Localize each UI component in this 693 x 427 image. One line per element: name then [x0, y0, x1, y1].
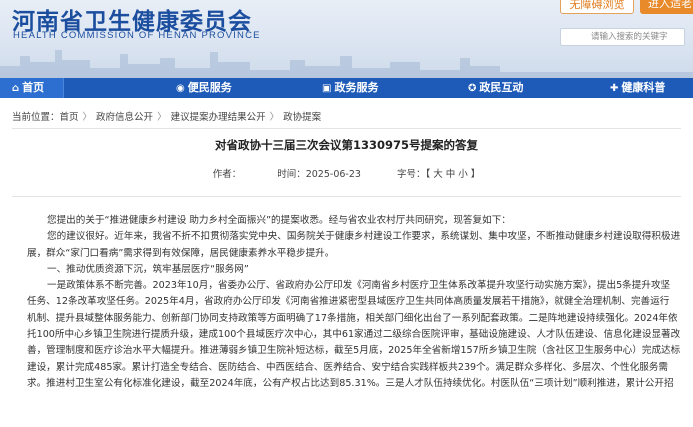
home-icon: ⌂	[12, 83, 20, 94]
breadcrumb-separator: 〉	[269, 112, 280, 123]
nav-item-label: 政民互动	[479, 81, 524, 94]
paragraph: 您的建议很好。近年来，我省不折不扣贯彻落实党中央、国务院关于健康乡村建设工作要求…	[47, 231, 681, 243]
paragraph: 一是政策体系不断完善。2023年10月，省委办公厅、省政府办公厅印发《河南省乡村…	[47, 280, 671, 292]
author-label: 作者：	[212, 169, 242, 180]
elderly-mode-button[interactable]: 进入适老	[640, 0, 693, 14]
article-body: 您提出的关于“推进健康乡村建设 助力乡村全面振兴”的提案收悉。经与省农业农村厅共…	[27, 213, 693, 392]
breadcrumb-separator: 〉	[82, 112, 93, 123]
paragraph: 建设，累计完成485家。累计打造全专结合、医防结合、中西医结合、医养结合、安宁结…	[27, 361, 669, 373]
service-icon: ◉	[176, 83, 185, 94]
divider	[12, 196, 681, 197]
nav-item-home[interactable]: ⌂ 首页	[0, 78, 64, 98]
time-label: 时间：	[277, 169, 306, 180]
paragraph: 善，管理制度和医疗诊治水平大幅提升。推进薄弱乡镇卫生院补短达标，截至5月底，20…	[27, 345, 681, 357]
interaction-icon: ✪	[468, 83, 477, 94]
site-logo-subtitle: HEALTH COMMISSION OF HENAN PROVINCE	[13, 30, 261, 41]
health-icon: ✚	[610, 83, 619, 94]
breadcrumb-separator: 〉	[157, 112, 167, 123]
divider	[12, 128, 681, 129]
paragraph: 任务、12条改革攻坚任务。2025年4月，省政府办公厅印发《河南省推进紧密型县域…	[27, 296, 670, 308]
paragraph: 求。推进村卫生室公有化标准化建设，截至2024年底，公有产权占比达到85.31%…	[27, 377, 674, 389]
nav-item-label: 首页	[22, 81, 45, 94]
article-meta: 作者： 时间：2025-06-23 字号：【 大 中 小 】	[0, 166, 693, 180]
breadcrumb-proposal-results[interactable]: 建议提案办理结果公开	[171, 112, 266, 123]
breadcrumb-cppcc-proposals[interactable]: 政协提案	[283, 112, 321, 123]
nav-item-label: 健康科普	[621, 81, 666, 94]
paragraph: 托100所中心乡镇卫生院进行提质升级，建成100个县域医疗次中心，其中61家通过…	[27, 329, 681, 341]
site-header: 河南省卫生健康委员会 HEALTH COMMISSION OF HENAN PR…	[0, 0, 693, 78]
nav-item-government[interactable]: ▣ 政务服务	[322, 78, 378, 98]
nav-item-service[interactable]: ◉ 便民服务	[176, 78, 232, 98]
publish-date: 2025-06-23	[305, 169, 361, 180]
nav-item-health[interactable]: ✚ 健康科普	[610, 78, 665, 98]
paragraph: 展，群众“家门口看病”需求得到有效保障，居民健康素养水平稳步提升。	[27, 247, 335, 259]
article-title: 对省政协十三届三次会议第1330975号提案的答复	[214, 138, 478, 152]
search-input[interactable]: 请输入搜索的关键字	[560, 28, 685, 46]
nav-item-interaction[interactable]: ✪ 政民互动	[468, 78, 523, 98]
breadcrumb-prefix: 当前位置：	[12, 112, 60, 123]
nav-item-label: 便民服务	[187, 81, 232, 94]
paragraph: 机制、提升县域整体服务能力、创新部门协同支持政策等方面明确了17条措施，相关部门…	[27, 312, 678, 324]
fontsize-label: 字号：	[396, 169, 426, 180]
paragraph: 您提出的关于“推进健康乡村建设 助力乡村全面振兴”的提案收悉。经与省农业农村厅共…	[47, 215, 511, 226]
barrier-free-button[interactable]: 无障碍浏览	[560, 0, 634, 14]
breadcrumb-info-public[interactable]: 政府信息公开	[96, 112, 153, 123]
breadcrumb: 当前位置：首页〉政府信息公开〉建议提案办理结果公开〉政协提案	[12, 109, 321, 123]
main-nav: ⌂ 首页 ◉ 便民服务 ▣ 政务服务 ✪ 政民互动 ✚ 健康科普	[0, 78, 693, 98]
section-heading: 一、推动优质资源下沉，筑牢基层医疗“服务网”	[47, 263, 249, 275]
nav-item-label: 政务服务	[334, 81, 379, 94]
government-icon: ▣	[322, 83, 332, 94]
fontsize-selector[interactable]: 【 大 中 小 】	[425, 169, 480, 180]
breadcrumb-home[interactable]: 首页	[60, 112, 79, 123]
